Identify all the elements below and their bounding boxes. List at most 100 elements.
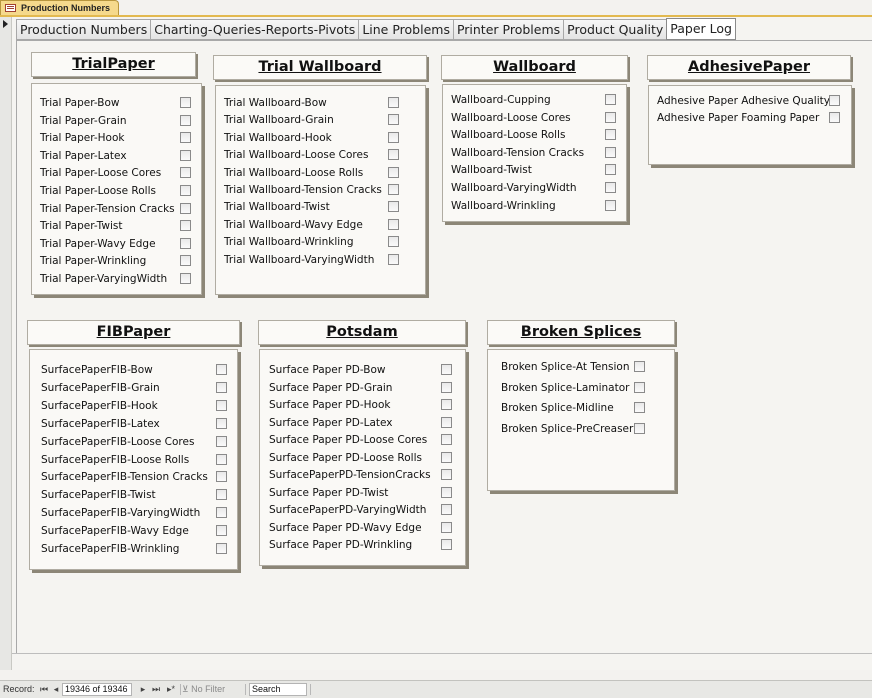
checkbox[interactable] — [605, 164, 616, 175]
checkbox[interactable] — [605, 147, 616, 158]
checkbox[interactable] — [180, 203, 191, 214]
checkbox[interactable] — [388, 167, 399, 178]
checkbox[interactable] — [216, 543, 227, 554]
checkbox[interactable] — [634, 382, 645, 393]
checkbox[interactable] — [388, 219, 399, 230]
checkbox[interactable] — [180, 255, 191, 266]
checkbox-label: SurfacePaperFIB-Loose Rolls — [41, 454, 190, 466]
checkbox[interactable] — [605, 112, 616, 123]
checkbox[interactable] — [216, 418, 227, 429]
group-title: Broken Splices — [520, 324, 642, 340]
checkbox-label: Trial Wallboard-Wrinkling — [224, 236, 354, 248]
checkbox[interactable] — [605, 94, 616, 105]
checkbox[interactable] — [180, 150, 191, 161]
checkbox-label: SurfacePaperPD-TensionCracks — [269, 469, 431, 481]
checkbox-label: Trial Paper-VaryingWidth — [40, 273, 168, 285]
checkbox[interactable] — [388, 201, 399, 212]
checkbox[interactable] — [216, 382, 227, 393]
group-box-fibpaper: SurfacePaperFIB-Bow SurfacePaperFIB-Grain… — [29, 349, 238, 570]
checkbox-label: SurfacePaperPD-VaryingWidth — [269, 504, 427, 516]
first-record-button[interactable]: ⏮ — [39, 683, 49, 695]
next-record-button[interactable]: ▸ — [138, 683, 148, 695]
checkbox[interactable] — [441, 399, 452, 410]
checkbox[interactable] — [634, 423, 645, 434]
form-icon — [5, 4, 16, 12]
checkbox[interactable] — [441, 452, 452, 463]
checkbox[interactable] — [388, 236, 399, 247]
checkbox[interactable] — [180, 132, 191, 143]
search-input[interactable]: Search — [249, 683, 307, 696]
checkbox[interactable] — [216, 525, 227, 536]
checkbox[interactable] — [441, 434, 452, 445]
tab-line-problems[interactable]: Line Problems — [358, 19, 453, 40]
checkbox[interactable] — [634, 361, 645, 372]
tab-product-quality[interactable]: Product Quality — [563, 19, 667, 40]
checkbox[interactable] — [216, 471, 227, 482]
filter-toggle[interactable]: ⊻ No Filter — [182, 683, 225, 696]
tab-production-numbers[interactable]: Production Numbers — [16, 19, 151, 40]
checkbox[interactable] — [216, 454, 227, 465]
form-bottom-divider — [12, 653, 872, 654]
checkbox[interactable] — [441, 417, 452, 428]
checkbox[interactable] — [605, 182, 616, 193]
checkbox[interactable] — [441, 382, 452, 393]
checkbox-label: Trial Wallboard-Loose Rolls — [224, 167, 364, 179]
checkbox[interactable] — [180, 115, 191, 126]
previous-record-button[interactable]: ◂ — [51, 683, 61, 695]
group-box-trial-wallboard: Trial Wallboard-Bow Trial Wallboard-Grain… — [215, 85, 426, 295]
status-separator — [310, 684, 311, 695]
checkbox-label: Trial Paper-Wrinkling — [40, 255, 147, 267]
checkbox[interactable] — [441, 504, 452, 515]
group-title: AdhesivePaper — [687, 59, 811, 75]
checkbox[interactable] — [388, 149, 399, 160]
group-title: Trial Wallboard — [258, 59, 382, 75]
checkbox[interactable] — [634, 402, 645, 413]
checkbox[interactable] — [216, 400, 227, 411]
checkbox[interactable] — [388, 132, 399, 143]
checkbox[interactable] — [388, 114, 399, 125]
group-header-fibpaper: FIBPaper — [27, 320, 240, 345]
checkbox-label: SurfacePaperFIB-Loose Cores — [41, 436, 195, 448]
checkbox-label: Surface Paper PD-Latex — [269, 417, 393, 429]
checkbox-label: Broken Splice-PreCreaser — [501, 423, 634, 435]
checkbox[interactable] — [388, 254, 399, 265]
checkbox[interactable] — [605, 129, 616, 140]
checkbox[interactable] — [441, 364, 452, 375]
checkbox[interactable] — [441, 522, 452, 533]
checkbox-label: Trial Wallboard-Loose Cores — [224, 149, 369, 161]
checkbox-label: Wallboard-Loose Rolls — [451, 129, 566, 141]
tab-charting-queries-reports-pivots[interactable]: Charting-Queries-Reports-Pivots — [150, 19, 359, 40]
checkbox[interactable] — [829, 95, 840, 106]
checkbox[interactable] — [180, 238, 191, 249]
group-header-potsdam: Potsdam — [258, 320, 466, 345]
checkbox[interactable] — [180, 167, 191, 178]
tab-paper-log[interactable]: Paper Log — [666, 18, 736, 40]
current-record-field[interactable]: 19346 of 19346 — [62, 683, 132, 696]
checkbox[interactable] — [441, 469, 452, 480]
checkbox-label: Trial Paper-Tension Cracks — [40, 203, 175, 215]
checkbox[interactable] — [216, 507, 227, 518]
checkbox[interactable] — [441, 539, 452, 550]
checkbox-label: Surface Paper PD-Hook — [269, 399, 391, 411]
checkbox[interactable] — [216, 436, 227, 447]
checkbox[interactable] — [180, 185, 191, 196]
checkbox[interactable] — [180, 97, 191, 108]
checkbox-label: Broken Splice-Laminator — [501, 382, 630, 394]
checkbox[interactable] — [216, 489, 227, 500]
tab-printer-problems[interactable]: Printer Problems — [452, 19, 564, 40]
checkbox[interactable] — [180, 273, 191, 284]
checkbox[interactable] — [388, 184, 399, 195]
group-header-trial-wallboard: Trial Wallboard — [213, 55, 427, 80]
document-tab[interactable]: Production Numbers — [0, 0, 120, 15]
new-record-button[interactable]: ▸* — [165, 683, 177, 695]
record-selector[interactable] — [0, 17, 12, 670]
checkbox-label: Trial Wallboard-Tension Cracks — [224, 184, 382, 196]
checkbox[interactable] — [180, 220, 191, 231]
checkbox[interactable] — [605, 200, 616, 211]
checkbox[interactable] — [216, 364, 227, 375]
checkbox[interactable] — [829, 112, 840, 123]
checkbox-label: Trial Wallboard-Wavy Edge — [224, 219, 363, 231]
checkbox[interactable] — [441, 487, 452, 498]
last-record-button[interactable]: ⏭ — [151, 683, 161, 695]
checkbox[interactable] — [388, 97, 399, 108]
